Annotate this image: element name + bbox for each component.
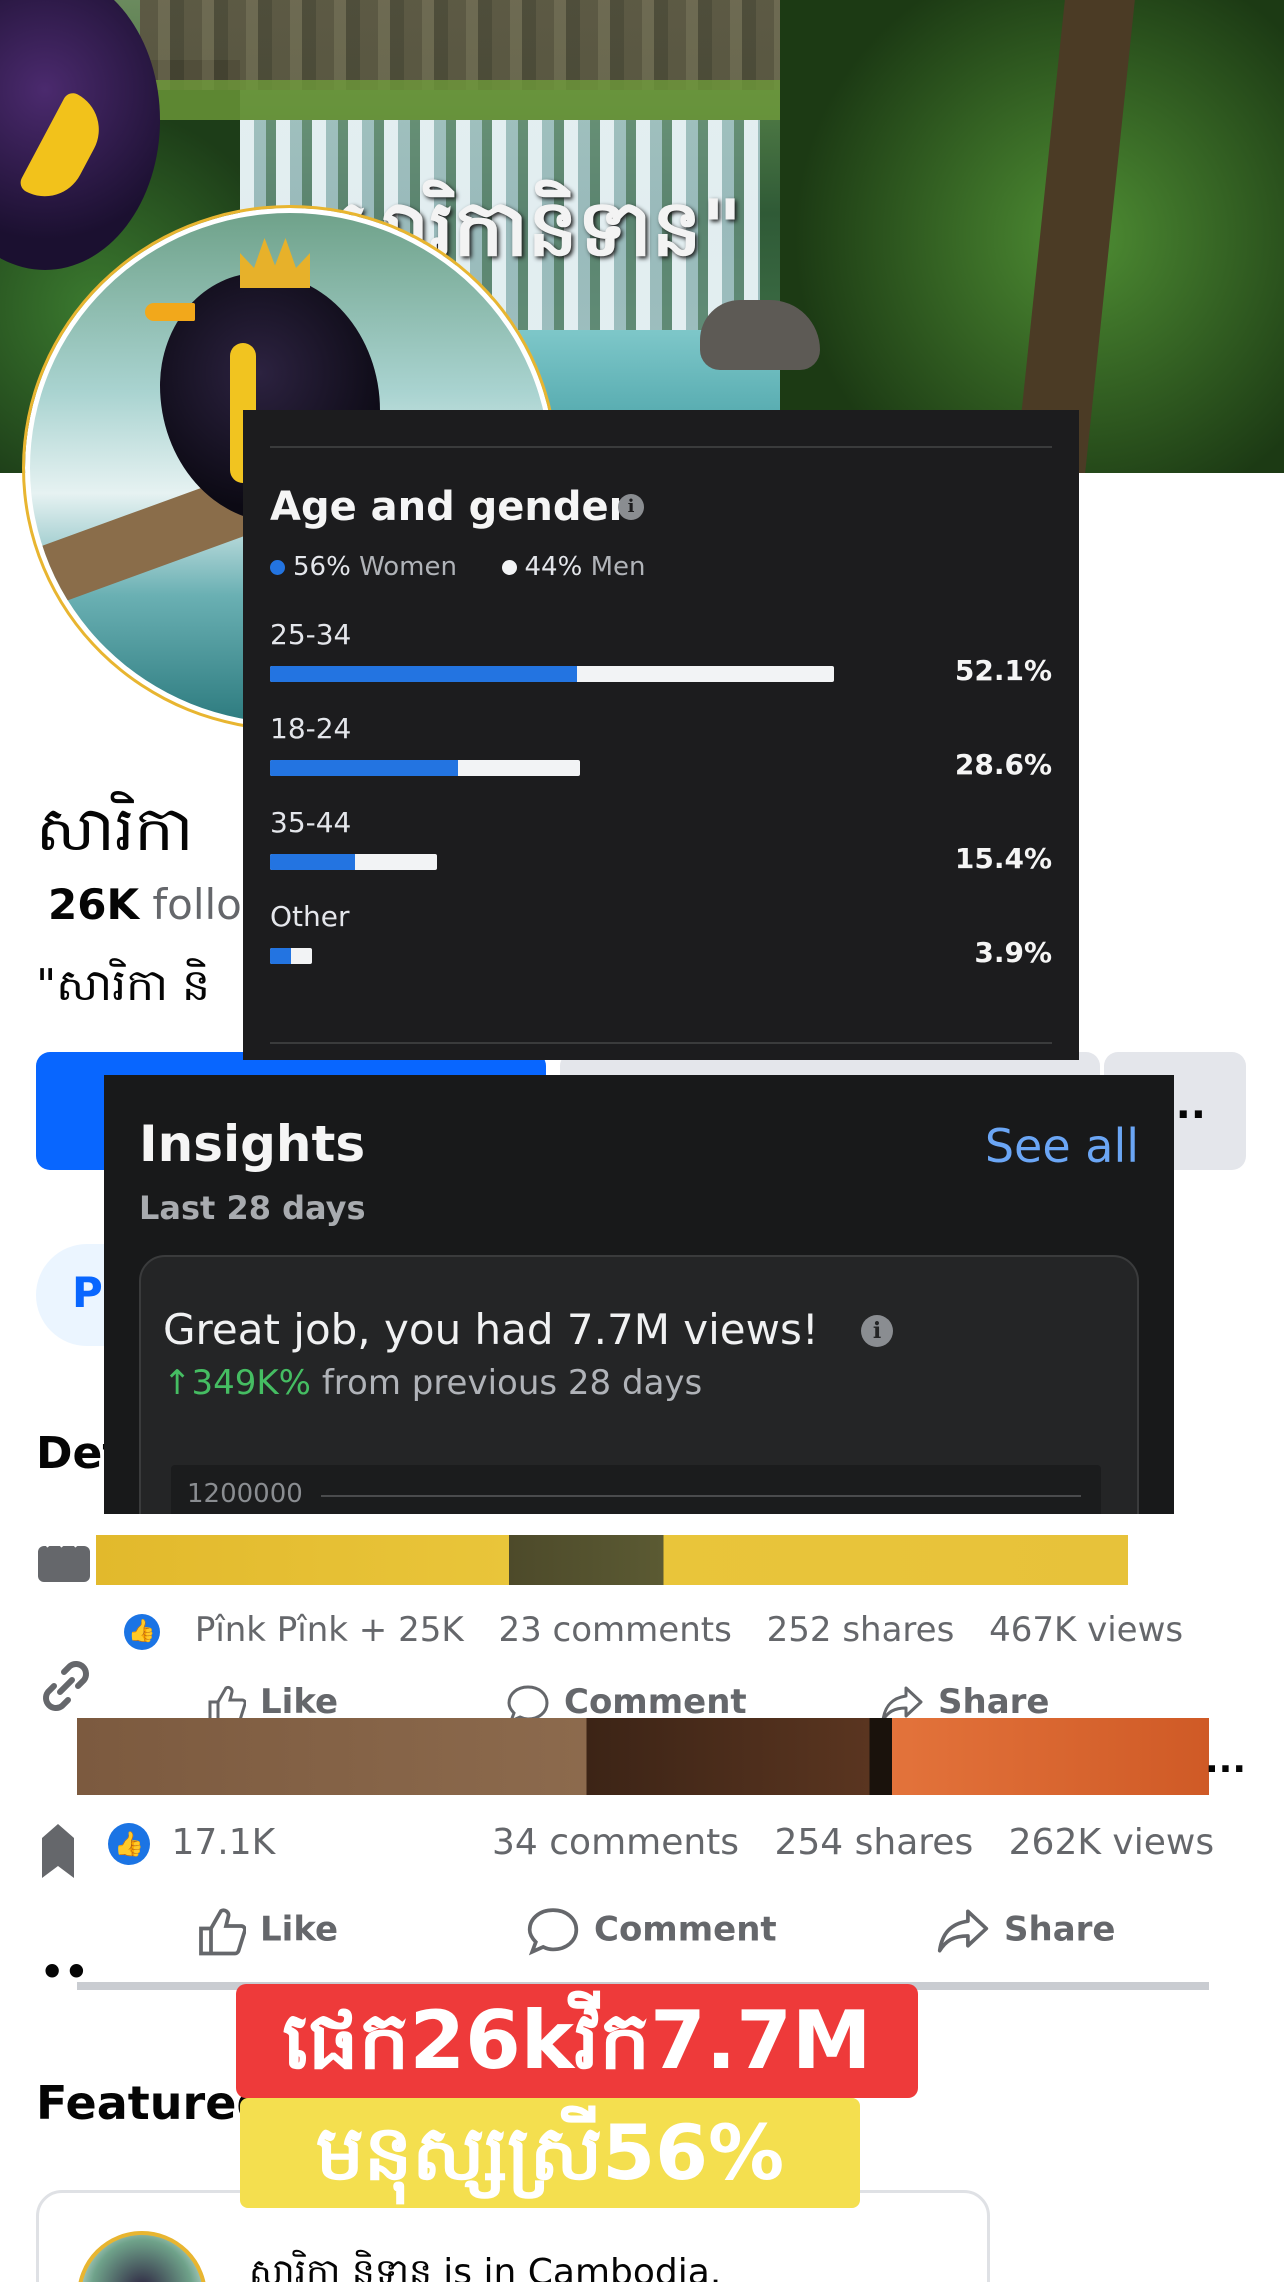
women-legend-dot: [270, 560, 285, 575]
age-group-label: 25-34: [270, 618, 352, 651]
post1-share-label: Share: [938, 1682, 1050, 1718]
post2-media[interactable]: [77, 1718, 1209, 1795]
followers-count[interactable]: 26K follow: [48, 880, 276, 929]
more-dots-icon: ••: [40, 1950, 89, 1994]
post2-like-button[interactable]: Like: [196, 1906, 338, 1956]
age-group-women-segment: [270, 854, 356, 870]
men-legend-dot: [501, 560, 517, 575]
post2-shares[interactable]: 254 shares: [775, 1822, 974, 1863]
post1-like-label: Like: [260, 1682, 339, 1718]
growth-text: from previous 28 days: [321, 1363, 703, 1403]
age-group-percent: 52.1%: [954, 654, 1052, 687]
age-group-percent: 15.4%: [954, 842, 1052, 875]
insights-title: Insights: [139, 1115, 366, 1173]
yellow-caption-banner: មនុស្សស្រី56%: [240, 2098, 860, 2208]
ribbon-icon: [42, 1824, 74, 1878]
age-group-women-segment: [270, 666, 578, 682]
age-group-bar: [270, 854, 437, 870]
age-gender-panel: Age and gender i 56% Women 44% Men 25-34…: [243, 410, 1079, 1060]
tab-posts-label: P: [72, 1268, 103, 1317]
post1-shares[interactable]: 252 shares: [767, 1610, 955, 1650]
panel-divider-top: [270, 446, 1052, 448]
post2-stats-row: 34 comments 254 shares 262K views: [468, 1822, 1214, 1863]
post1-views: 467K views: [989, 1610, 1184, 1650]
share-icon: [937, 1909, 989, 1953]
post2-like-label: Like: [260, 1909, 339, 1950]
featured-text: សារិកា និទាន is in Cambodia.: [249, 2249, 721, 2282]
thumbs-up-icon: [208, 1685, 246, 1718]
featured-location: is in Cambodia.: [443, 2252, 722, 2282]
post2-more-button[interactable]: ...: [1205, 1740, 1246, 1781]
age-group-label: 35-44: [270, 806, 352, 839]
age-group-bar: [270, 760, 580, 776]
post2-share-button[interactable]: Share: [936, 1906, 1115, 1956]
age-group-bar: [270, 948, 312, 964]
post2-likes-row[interactable]: 👍 17.1K: [108, 1822, 275, 1865]
post1-comment-label: Comment: [564, 1682, 747, 1718]
age-group-percent: 3.9%: [974, 936, 1052, 969]
age-group-label: Other: [270, 900, 350, 933]
thumbs-up-icon: [199, 1908, 246, 1956]
insights-period: Last 28 days: [139, 1189, 366, 1227]
views-growth: ↑349K% from previous 28 days: [163, 1363, 702, 1403]
followers-number: 26K: [48, 880, 139, 929]
post1-actions: Like Comment Share: [190, 1682, 1090, 1718]
post2-comments[interactable]: 34 comments: [492, 1822, 739, 1863]
post2-views: 262K views: [1008, 1822, 1215, 1863]
post1-reactions[interactable]: Pînk Pînk + 25K: [195, 1610, 464, 1650]
men-label: Men: [590, 552, 646, 582]
age-group-label: 18-24: [270, 712, 352, 745]
post1-comments[interactable]: 23 comments: [498, 1610, 731, 1650]
post2-comment-label: Comment: [594, 1909, 777, 1950]
see-all-link[interactable]: See all: [985, 1119, 1139, 1173]
views-headline: Great job, you had 7.7M views!: [163, 1305, 819, 1354]
gender-legend: 56% Women 44% Men: [270, 552, 645, 582]
post1-media[interactable]: [96, 1535, 1128, 1585]
women-label: Women: [359, 552, 457, 582]
featured-heading: Featured: [36, 2076, 270, 2130]
post2-comment-button[interactable]: Comment: [526, 1906, 777, 1956]
comment-icon: [507, 1684, 549, 1718]
age-group-women-segment: [270, 948, 291, 964]
post2-actions: Like Comment Share: [196, 1906, 1116, 1956]
chart-tick-label: 1200000: [187, 1479, 303, 1509]
like-reaction-icon: 👍: [108, 1823, 150, 1865]
post1-like-button[interactable]: Like: [206, 1682, 338, 1718]
share-icon: [881, 1686, 923, 1718]
chart-gridline: [321, 1495, 1081, 1497]
post2-likes-count: 17.1K: [171, 1822, 276, 1863]
avatar-bird-beak: [145, 303, 195, 321]
post1-stats-row: 👍 Pînk Pînk + 25K 23 comments 252 shares…: [124, 1610, 1207, 1650]
featured-page-name[interactable]: សារិកា និទាន: [249, 2252, 432, 2282]
red-caption-banner: ផេក26kវីក7.7M: [236, 1984, 918, 2098]
comment-icon: [527, 1908, 579, 1956]
panel-divider-bottom: [270, 1042, 1052, 1044]
insights-panel: Insights See all Last 28 days Great job,…: [104, 1075, 1174, 1514]
men-pct: 44%: [524, 552, 583, 582]
age-group-percent: 28.6%: [954, 748, 1052, 781]
views-mini-chart: 1200000: [171, 1465, 1101, 1514]
views-summary-card[interactable]: Great job, you had 7.7M views! i ↑349K% …: [139, 1255, 1139, 1514]
age-gender-title: Age and gender: [270, 484, 629, 530]
age-group-bar: [270, 666, 834, 682]
page-name: សារិកា: [36, 792, 194, 865]
info-icon[interactable]: i: [618, 494, 644, 520]
info-icon[interactable]: i: [861, 1315, 893, 1347]
avatar-crown: [240, 238, 310, 288]
post1-share-button[interactable]: Share: [880, 1682, 1049, 1718]
post1-comment-button[interactable]: Comment: [506, 1682, 747, 1718]
age-group-women-segment: [270, 760, 458, 776]
page-bio: "សារិកា និ: [36, 960, 210, 1011]
like-reaction-icon: 👍: [124, 1613, 160, 1650]
women-pct: 56%: [293, 552, 351, 582]
post2-share-label: Share: [1004, 1909, 1116, 1950]
video-icon: [38, 1540, 90, 1582]
featured-avatar: [77, 2231, 207, 2282]
link-icon: [43, 1661, 89, 1711]
growth-value: ↑349K%: [163, 1363, 311, 1403]
